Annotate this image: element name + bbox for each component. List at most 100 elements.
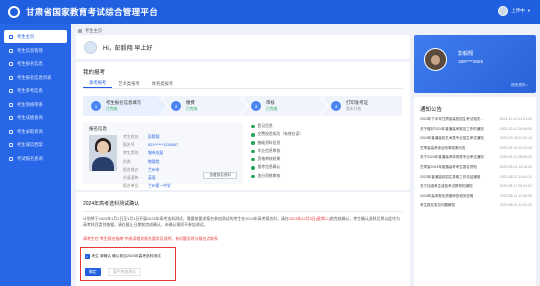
sidebar-item-label: 考生信息管理	[17, 47, 43, 53]
avatar	[424, 48, 447, 71]
greeting-text: Hi，彭毅翔 早上好	[103, 45, 153, 52]
list-item[interactable]: 关于加强考生诚信考试教育的通知 2023-08-17 09:21:57	[420, 184, 532, 189]
app-logo-icon	[8, 6, 20, 18]
sidebar-item-label: 考生录取查询	[17, 128, 43, 134]
test-confirm-card: 2024年高考选科测试确认 计划将于2024年1月1日至1月1日开展2024年高…	[76, 192, 410, 286]
check-icon	[251, 174, 255, 179]
check-icon	[251, 133, 255, 137]
list-item: 报考信息确认	[251, 165, 303, 170]
sidebar-item-label: 考生成绩查询	[17, 115, 43, 120]
folder-icon	[9, 143, 13, 147]
section-title: 我的报考	[83, 70, 106, 76]
breadcrumb: 考生主页	[78, 28, 102, 34]
sidebar-item-exam-query[interactable]: 考试报名查询	[0, 152, 71, 165]
document-icon	[9, 62, 13, 66]
list-item[interactable]: 甘肃省2024年普通高考考生报名须知 2023-09-01 14:16:03	[420, 165, 532, 170]
search-icon	[9, 129, 13, 134]
profile-phone: 189****2825	[458, 59, 484, 64]
welcome-banner: Hi，彭毅翔 早上好	[76, 35, 410, 59]
list-item: 资格审核结果	[251, 157, 303, 162]
top-bar: 甘肃省国家教育考试综合管理平台 上传中 ▾	[0, 0, 540, 24]
query-icon	[9, 156, 13, 161]
sidebar-item-registration-list[interactable]: 考生报名信息列表	[0, 71, 71, 84]
status-checklist: 登记信息 交费校验成功（有效在读） 基础资料信息 毕业信息审核 资格审核结果 报…	[251, 124, 303, 179]
confirm-checkbox[interactable]: ✓	[85, 254, 90, 259]
sidebar-item-info[interactable]: 考生信息管理	[0, 44, 71, 57]
list-item: 基础资料信息	[251, 141, 303, 146]
checkbox-label: 考生 请确认 确认参加2024年高考选科测试	[91, 254, 161, 258]
step-print-ticket: 4 打印准考证暂未开放	[323, 96, 402, 116]
sidebar-item-label: 考生主页	[17, 33, 35, 39]
exam-tabs: 高考报考 艺术类报考 体育类报考	[83, 79, 179, 88]
sidebar-item-exam-info[interactable]: 考生参考信息	[0, 85, 71, 98]
divider	[83, 211, 403, 212]
app-title: 甘肃省国家教育考试综合管理平台	[26, 7, 159, 17]
check-icon	[251, 157, 255, 162]
breadcrumb-item[interactable]: 考生主页	[85, 28, 102, 34]
sidebar-item-home[interactable]: 考生主页	[4, 30, 67, 43]
step-name: 考生报名信息填写	[106, 100, 142, 105]
list-item[interactable]: 甘肃省高考综合改革政策问答 2023-09-15 10:31:45	[420, 146, 532, 151]
sidebar-item-scores[interactable]: 考生成绩查询	[0, 112, 71, 125]
sidebar-item-admission[interactable]: 考生录取查询	[0, 125, 71, 138]
notice-list: 2023年下半年甘肃省高校招生考试相关通知 2023-10-10 12:01:03…	[420, 117, 532, 208]
shield-icon	[9, 102, 13, 107]
list-item[interactable]: 2024年普通高校艺术类专业招生考试通知 2023-09-28 11:22:14	[420, 136, 532, 141]
list-item[interactable]: 2023年下半年甘肃省高校招生考试相关通知 2023-10-10 12:01:03	[420, 117, 532, 122]
list-item: 登记信息	[251, 124, 303, 129]
info-row: 科类: 物理类	[123, 159, 160, 164]
check-icon	[251, 166, 255, 170]
sidebar-item-qualification[interactable]: 考生资格审查	[0, 98, 71, 111]
list-item: 交费校验成功（有效在读）	[251, 132, 303, 137]
confirm-button[interactable]: 确定	[85, 268, 101, 276]
edit-profile-link[interactable]: 修改资料 ›	[511, 83, 528, 88]
sidebar-item-label: 考生资格审查	[17, 101, 43, 107]
check-icon	[251, 141, 255, 145]
user-icon	[9, 48, 13, 53]
sidebar-item-label: 考生参考信息	[17, 88, 43, 93]
tab-art[interactable]: 艺术类报考	[112, 79, 145, 88]
sidebar: 考生主页 考生信息管理 考生报名信息 考生报名信息列表 考生参考信息 考生资格审…	[0, 24, 71, 286]
sidebar-item-registration[interactable]: 考生报名信息	[0, 58, 71, 71]
decline-button[interactable]: 暂不参加测试	[108, 268, 141, 276]
home-icon	[9, 34, 13, 39]
section-title: 通知公告	[420, 107, 443, 113]
view-registration-button[interactable]: 查看报名资料	[203, 172, 237, 179]
step-name: 审核	[266, 100, 275, 105]
profile-card: 彭毅翔 189****2825 修改资料 ›	[414, 35, 536, 93]
sidebar-item-integrity[interactable]: 考生诚信档案	[0, 139, 71, 152]
step-icon: 4	[331, 101, 341, 111]
info-row: 报名地点: 兰州市	[123, 167, 160, 172]
list-item[interactable]: 关于2024年普通高考体育类专业考试通知 2023-09-12 08:45:20	[420, 155, 532, 160]
avatar	[84, 40, 97, 54]
step-name: 打印准考证	[346, 100, 368, 105]
list-item: 毕业信息审核	[251, 149, 303, 154]
step-icon: 2	[171, 101, 181, 111]
list-item[interactable]: 2024年高考报名资格审查相关说明 2023-08-11 12:36:09	[420, 194, 532, 199]
user-avatar	[498, 6, 509, 16]
info-rows: 考生姓名: 彭毅翔 报名号: 621******1234567 考生类别: 城市应届 …	[123, 135, 178, 189]
check-icon	[251, 124, 255, 129]
tab-gaokao[interactable]: 高考报考	[83, 79, 113, 88]
confirm-checkbox-row[interactable]: ✓ 考生 请确认 确认参加2024年高考选科测试	[85, 254, 161, 259]
step-status: 暂未开放	[346, 107, 362, 111]
user-menu[interactable]: 上传中 ▾	[498, 6, 530, 16]
tab-sports[interactable]: 体育类报考	[146, 79, 179, 88]
progress-steps: 1 考生报名信息填写 已完成 2 缴费 已完成 3 审核 已完成 4 打印准考证 暂未开…	[83, 96, 403, 116]
sidebar-item-label: 考试报名查询	[17, 155, 43, 161]
list-item[interactable]: 关于做好2024年普通高考报名工作的通知 2023-10-12 09:08:52	[420, 127, 532, 132]
list-item[interactable]: 考生报名常见问题解答 2023-08-01 11:02:23	[420, 203, 532, 208]
student-photo	[89, 135, 117, 171]
sidebar-item-label: 考生诚信档案	[17, 142, 43, 147]
registration-info-box: 报名信息 考生姓名: 彭毅翔 报名号: 621******1234567 考生类别:…	[83, 122, 243, 188]
confirm-box: ✓ 考生 请确认 确认参加2024年高考选科测试 确定 暂不参加测试	[80, 247, 176, 281]
section-title: 2024年高考选科测试确认	[83, 201, 140, 207]
list-item[interactable]: 2023年普通高校招生录取工作总结通报 2023-08-27 16:41:11	[420, 175, 532, 180]
notice-card: 通知公告 2023年下半年甘肃省高校招生考试相关通知 2023-10-10 12:…	[414, 97, 536, 286]
step-payment: 2 缴费 已完成	[163, 96, 249, 116]
list-item: 加分资格审核	[251, 174, 303, 179]
my-exam-card: 我的报考 高考报考 艺术类报考 体育类报考 1 考生报名信息填写 已完成 2 缴费…	[76, 62, 410, 190]
info-row: 考生姓名: 彭毅翔	[123, 135, 160, 139]
step-status: 已完成	[266, 107, 278, 111]
user-name: 上传中	[511, 8, 525, 13]
